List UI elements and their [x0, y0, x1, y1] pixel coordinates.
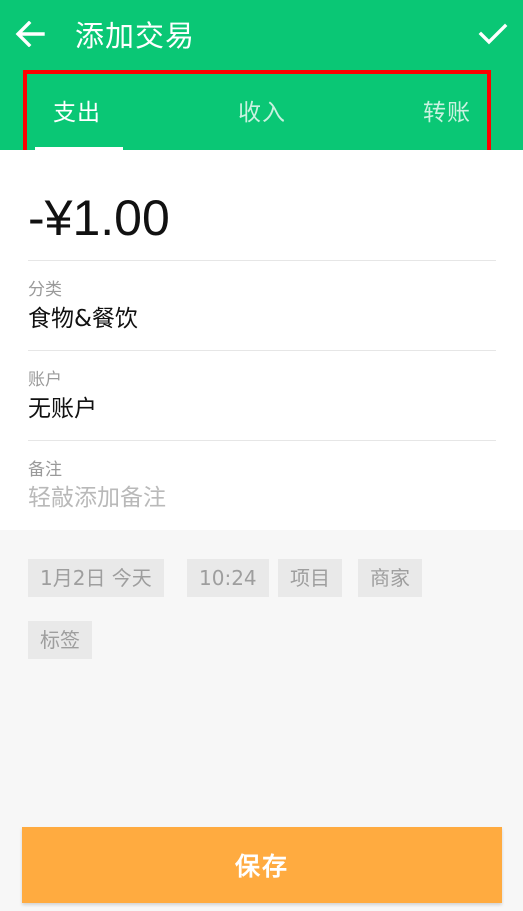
transaction-form: -¥1.00 分类 食物&餐饮 账户 无账户 备注 轻敲添加备注	[0, 150, 523, 530]
project-chip[interactable]: 项目	[278, 559, 342, 597]
tab-transfer[interactable]: 转账	[423, 98, 471, 128]
check-icon	[478, 23, 508, 45]
arrow-left-icon	[15, 21, 45, 47]
back-button[interactable]	[10, 12, 50, 56]
account-value[interactable]: 无账户	[28, 394, 97, 424]
merchant-chip[interactable]: 商家	[358, 559, 422, 597]
page-title: 添加交易	[75, 19, 196, 53]
note-input[interactable]: 轻敲添加备注	[28, 483, 166, 513]
date-chip[interactable]: 1月2日 今天	[28, 559, 164, 597]
amount-field[interactable]: -¥1.00	[28, 188, 170, 248]
divider	[28, 440, 496, 441]
tab-expense[interactable]: 支出	[53, 98, 101, 128]
category-value[interactable]: 食物&餐饮	[28, 304, 138, 334]
confirm-button[interactable]	[471, 12, 515, 56]
app-header: 添加交易 支出 收入 转账	[0, 0, 523, 154]
time-chip[interactable]: 10:24	[187, 559, 269, 597]
tag-chip[interactable]: 标签	[28, 621, 92, 659]
divider	[28, 260, 496, 261]
note-label: 备注	[28, 460, 62, 480]
account-label: 账户	[28, 370, 62, 390]
divider	[28, 350, 496, 351]
tab-bar: 支出 收入 转账	[23, 70, 491, 154]
save-button[interactable]: 保存	[22, 827, 502, 903]
category-label: 分类	[28, 280, 62, 300]
tab-income[interactable]: 收入	[238, 98, 286, 128]
